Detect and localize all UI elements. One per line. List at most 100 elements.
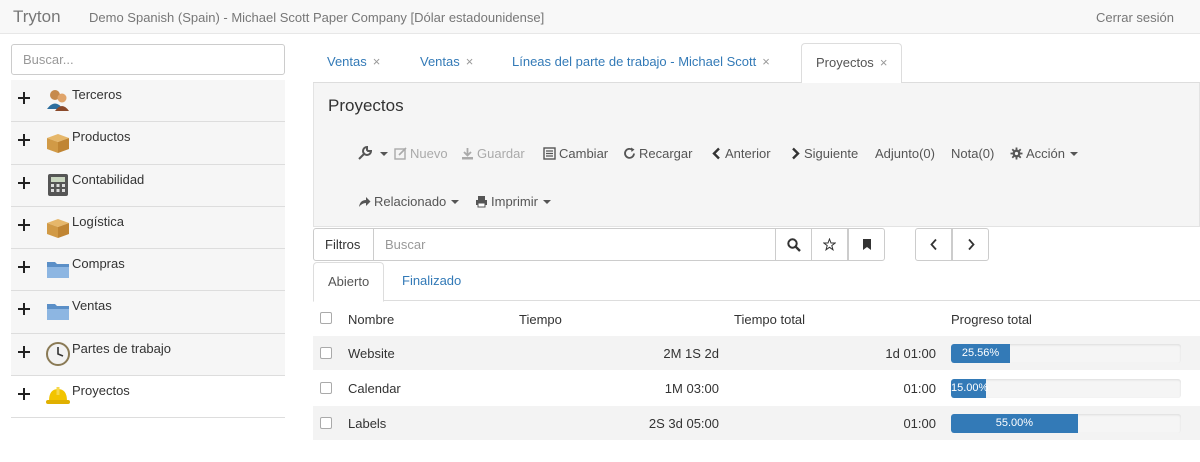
tab-ventas-1[interactable]: Ventas × xyxy=(327,43,380,83)
sidebar-item-label: Partes de trabajo xyxy=(72,340,172,356)
bookmark-star-button[interactable] xyxy=(811,228,848,261)
new-button[interactable]: Nuevo xyxy=(394,146,448,161)
close-icon[interactable]: × xyxy=(762,54,770,69)
select-all-checkbox[interactable] xyxy=(320,312,332,324)
previous-label: Anterior xyxy=(725,146,771,161)
cell-name: Labels xyxy=(348,416,387,431)
users-icon xyxy=(47,90,69,111)
cell-name: Website xyxy=(348,346,395,361)
caret-icon xyxy=(380,152,388,156)
sidebar-item-compras[interactable]: Compras xyxy=(11,249,285,292)
tab-ventas-2[interactable]: Ventas × xyxy=(420,43,473,83)
expand-icon[interactable] xyxy=(18,261,30,274)
column-header-progreso-total[interactable]: Progreso total xyxy=(951,312,1032,327)
gear-icon xyxy=(1010,147,1023,160)
progress-bar: 15.00% xyxy=(951,379,1181,398)
note-button[interactable]: Nota(0) xyxy=(951,146,994,161)
logout-link[interactable]: Cerrar sesión xyxy=(1096,10,1174,25)
related-menu-button[interactable]: Relacionado xyxy=(358,194,460,209)
sidebar-item-label: Logística xyxy=(72,213,125,229)
progress-label: 25.56% xyxy=(961,347,1000,359)
next-page-button[interactable] xyxy=(952,228,989,261)
sidebar-item-logistica[interactable]: Logística xyxy=(11,206,285,250)
edit-icon xyxy=(394,147,407,160)
sidebar-item-label: Productos xyxy=(72,129,131,145)
tab-label: Proyectos xyxy=(816,55,874,70)
column-header-tiempo-total[interactable]: Tiempo total xyxy=(734,312,805,327)
folder-icon xyxy=(47,304,69,321)
table-row[interactable]: Website 2M 1S 2d 1d 01:00 25.56% xyxy=(313,336,1200,371)
sidebar-item-partes-de-trabajo[interactable]: Partes de trabajo xyxy=(11,333,285,377)
cell-name: Calendar xyxy=(348,381,401,396)
print-menu-button[interactable]: Imprimir xyxy=(475,194,551,209)
sidebar-item-terceros[interactable]: Terceros xyxy=(11,80,285,123)
reload-button[interactable]: Recargar xyxy=(623,146,692,161)
tools-menu-button[interactable] xyxy=(358,145,388,161)
column-header-tiempo[interactable]: Tiempo xyxy=(519,312,562,327)
sidebar-item-ventas[interactable]: Ventas xyxy=(11,291,285,334)
close-icon[interactable]: × xyxy=(373,54,381,69)
bookmarks-button[interactable] xyxy=(848,228,885,261)
progress-label: 15.00% xyxy=(951,382,989,394)
save-button[interactable]: Guardar xyxy=(461,146,525,161)
print-label: Imprimir xyxy=(491,194,538,209)
previous-page-button[interactable] xyxy=(915,228,952,261)
progress-label: 55.00% xyxy=(995,417,1034,429)
cell-time: 1M 03:00 xyxy=(664,381,719,396)
sidebar-item-productos[interactable]: Productos xyxy=(11,122,285,165)
sidebar-item-proyectos[interactable]: Proyectos xyxy=(11,376,285,419)
filter-search-input[interactable] xyxy=(373,228,776,261)
column-header-nombre[interactable]: Nombre xyxy=(348,312,394,327)
sidebar-item-label: Proyectos xyxy=(72,383,130,399)
reload-label: Recargar xyxy=(639,146,693,161)
close-icon[interactable]: × xyxy=(466,54,474,69)
tab-lineas-parte-trabajo[interactable]: Líneas del parte de trabajo - Michael Sc… xyxy=(512,43,770,83)
records-table: Nombre Tiempo Tiempo total Progreso tota… xyxy=(313,303,1200,441)
menu-search-input[interactable] xyxy=(11,44,285,75)
caret-icon xyxy=(1070,152,1079,156)
search-icon xyxy=(786,237,801,252)
expand-icon[interactable] xyxy=(18,218,30,231)
progress-bar: 25.56% xyxy=(951,344,1181,363)
next-label: Siguiente xyxy=(804,146,859,161)
tab-proyectos[interactable]: Proyectos × xyxy=(801,43,903,84)
action-menu-button[interactable]: Acción xyxy=(1010,146,1079,161)
search-button[interactable] xyxy=(775,228,812,261)
sidebar-menu: Terceros Productos Contabilidad Logístic… xyxy=(11,80,285,419)
sidebar-item-contabilidad[interactable]: Contabilidad xyxy=(11,164,285,207)
printer-icon xyxy=(476,196,487,208)
box-icon xyxy=(47,134,69,154)
expand-icon[interactable] xyxy=(18,92,30,104)
new-label: Nuevo xyxy=(410,146,448,161)
previous-button[interactable]: Anterior xyxy=(711,146,771,161)
sidebar-item-label: Terceros xyxy=(72,87,122,102)
page-title: Proyectos xyxy=(328,96,404,115)
related-label: Relacionado xyxy=(374,194,447,209)
expand-icon[interactable] xyxy=(18,134,30,147)
form-panel: Proyectos Nuevo Guardar Cambiar Recargar… xyxy=(313,83,1200,227)
caret-icon xyxy=(542,200,551,204)
tab-finalizado[interactable]: Finalizado xyxy=(388,262,475,301)
expand-icon[interactable] xyxy=(18,345,30,358)
row-checkbox[interactable] xyxy=(320,417,332,429)
table-row[interactable]: Labels 2S 3d 05:00 01:00 55.00% xyxy=(313,406,1200,441)
brand-logo[interactable]: Tryton xyxy=(13,7,61,27)
attachment-button[interactable]: Adjunto(0) xyxy=(875,146,935,161)
box-icon xyxy=(47,218,69,238)
switch-view-button[interactable]: Cambiar xyxy=(543,146,608,161)
row-checkbox[interactable] xyxy=(320,347,332,359)
filters-button[interactable]: Filtros xyxy=(313,228,374,261)
expand-icon[interactable] xyxy=(18,303,30,316)
chevron-left-icon xyxy=(712,147,720,160)
close-icon[interactable]: × xyxy=(880,55,888,70)
next-button[interactable]: Siguiente xyxy=(790,146,858,161)
expand-icon[interactable] xyxy=(18,176,30,189)
download-icon xyxy=(462,148,473,160)
share-icon xyxy=(359,197,371,207)
table-row[interactable]: Calendar 1M 03:00 01:00 15.00% xyxy=(313,371,1200,406)
cell-total-time: 1d 01:00 xyxy=(885,346,936,361)
tab-abierto[interactable]: Abierto xyxy=(313,262,385,302)
row-checkbox[interactable] xyxy=(320,382,332,394)
chevron-right-icon xyxy=(967,238,975,251)
expand-icon[interactable] xyxy=(18,388,30,401)
